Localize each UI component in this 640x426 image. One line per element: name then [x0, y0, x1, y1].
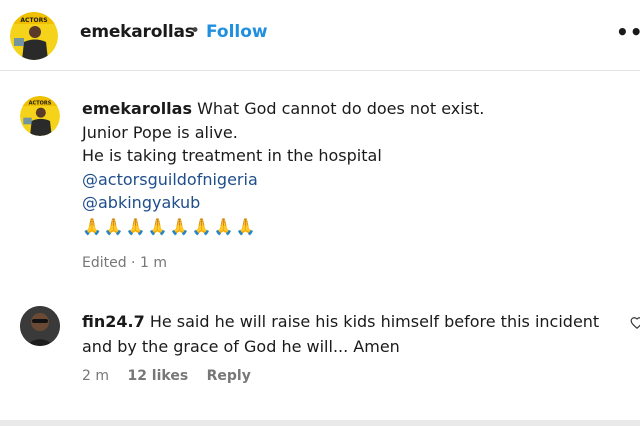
post-caption: emekarollas What God cannot do does not …: [82, 97, 602, 238]
caption-text-3: He is taking treatment in the hospital: [82, 146, 382, 165]
caption-avatar[interactable]: ACTORS: [20, 96, 60, 136]
mention-link-abkingyakub[interactable]: @abkingyakub: [82, 191, 602, 215]
header-avatar[interactable]: ACTORS: [10, 12, 58, 60]
separator-dot: •: [190, 21, 201, 41]
caption-username[interactable]: emekarollas: [82, 99, 192, 118]
comment-body: fin24.7 He said he will raise his kids h…: [82, 309, 632, 359]
comment-time: 2 m: [82, 368, 109, 384]
reply-button[interactable]: Reply: [207, 368, 251, 384]
caption-meta: Edited · 1 m: [82, 255, 167, 271]
svg-text:ACTORS: ACTORS: [20, 17, 47, 24]
more-options-icon[interactable]: •••: [616, 20, 640, 44]
mention-link-actorsguild[interactable]: @actorsguildofnigeria: [82, 168, 602, 192]
caption-line-1: emekarollas What God cannot do does not …: [82, 97, 602, 121]
follow-button[interactable]: Follow: [206, 22, 268, 42]
post-panel: ACTORS emekarollas • Follow ••• ACTORS: [0, 0, 640, 420]
comment-likes[interactable]: 12 likes: [127, 368, 188, 384]
post-header: ACTORS emekarollas • Follow •••: [0, 0, 640, 71]
comment-text: He said he will raise his kids himself b…: [82, 312, 600, 356]
header-username[interactable]: emekarollas: [80, 22, 195, 42]
svg-text:ACTORS: ACTORS: [29, 100, 52, 106]
praying-hands-icon: 🙏🙏🙏🙏🙏🙏🙏🙏: [82, 216, 258, 236]
caption-text-1: What God cannot do does not exist.: [197, 99, 485, 118]
caption-text-2: Junior Pope is alive.: [82, 122, 238, 142]
comment-username[interactable]: fin24.7: [82, 312, 145, 331]
comment-meta: 2 m 12 likes Reply: [82, 368, 265, 384]
heart-icon[interactable]: [630, 316, 640, 330]
comment-avatar[interactable]: [20, 306, 60, 346]
